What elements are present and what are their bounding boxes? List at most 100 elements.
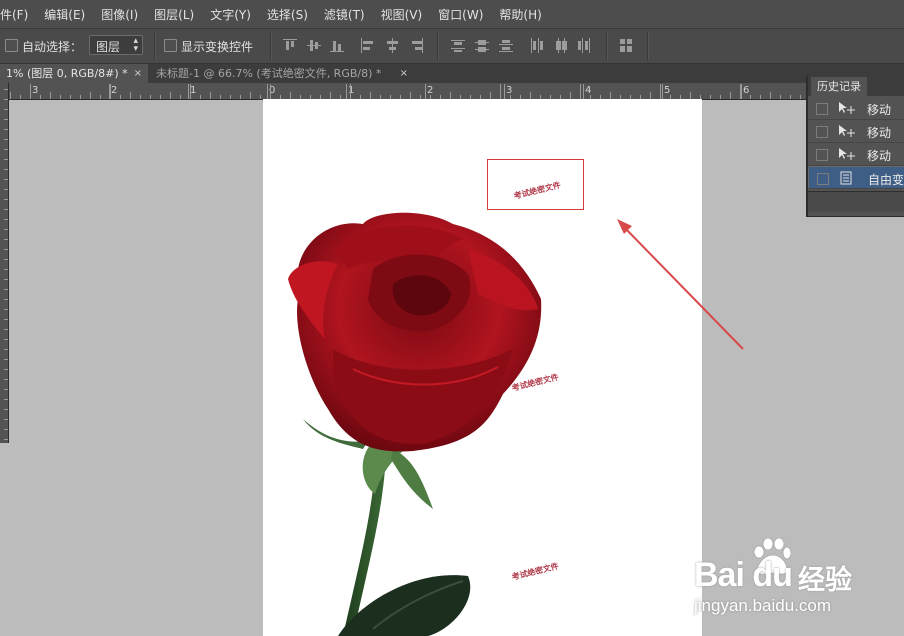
ruler-tick — [4, 419, 8, 420]
ruler-label: 6 — [743, 85, 750, 96]
show-transform-checkbox[interactable] — [164, 39, 177, 52]
distribute-bottom-icon[interactable] — [499, 38, 513, 54]
distribute-hcenter-icon[interactable] — [554, 38, 568, 54]
baidu-logo-text: Bai du — [694, 556, 793, 594]
ruler-major-tick — [30, 84, 31, 99]
move-tool-icon — [838, 101, 856, 115]
history-snapshot-checkbox[interactable] — [816, 126, 828, 138]
ruler-tick — [4, 299, 8, 300]
history-snapshot-checkbox[interactable] — [816, 149, 828, 161]
ruler-tick — [4, 289, 8, 290]
auto-select-checkbox[interactable] — [5, 39, 18, 52]
menu-bar: 件(F) 编辑(E) 图像(I) 图层(L) 文字(Y) 选择(S) 滤镜(T) 视图(V) 窗… — [0, 0, 904, 29]
history-snapshot-checkbox[interactable] — [817, 173, 829, 185]
menu-item[interactable]: 帮助(H) — [491, 6, 549, 23]
history-item[interactable]: 移动 — [808, 120, 904, 143]
document-icon — [839, 171, 857, 185]
ruler-tick — [350, 84, 351, 99]
ruler-tick — [4, 429, 8, 430]
horizontal-ruler: 3210123456 — [8, 83, 904, 100]
ruler-tick — [20, 95, 21, 99]
menu-item[interactable]: 选择(S) — [259, 6, 316, 23]
ruler-label: 2 — [111, 85, 118, 96]
menu-item[interactable]: 视图(V) — [373, 6, 431, 23]
ruler-tick — [780, 95, 781, 99]
ruler-tick — [4, 99, 8, 100]
ruler-tick — [4, 359, 8, 360]
distribute-top-icon[interactable] — [451, 38, 465, 54]
ruler-major-tick — [188, 84, 189, 99]
distribute-left-icon[interactable] — [529, 38, 543, 54]
ruler-tick — [580, 84, 581, 99]
align-top-icon[interactable] — [283, 38, 297, 54]
ruler-tick — [170, 92, 171, 99]
align-hcenter-icon[interactable] — [385, 38, 399, 54]
ruler-tick — [180, 95, 181, 99]
document-tab-bar: 1% (图层 0, RGB/8#) * × 未标题-1 @ 66.7% (考试绝… — [0, 64, 904, 83]
ruler-tick — [4, 379, 8, 380]
history-panel-tab[interactable]: 历史记录 — [811, 77, 867, 96]
ruler-major-tick — [346, 84, 347, 99]
ruler-tick — [290, 92, 291, 99]
auto-select-value: 图层 — [96, 40, 121, 54]
ruler-tick — [140, 95, 141, 99]
close-icon[interactable]: × — [134, 64, 142, 83]
align-right-icon[interactable] — [409, 38, 423, 54]
align-vcenter-icon[interactable] — [307, 38, 321, 54]
ruler-tick — [660, 84, 661, 99]
close-icon[interactable]: × — [400, 64, 408, 83]
ruler-tick — [4, 169, 8, 170]
ruler-tick — [4, 329, 8, 330]
ruler-major-tick — [425, 84, 426, 99]
history-item[interactable]: 移动 — [808, 97, 904, 120]
menu-item[interactable]: 件(F) — [0, 6, 36, 23]
ruler-tick — [450, 92, 451, 99]
ruler-tick — [110, 84, 111, 99]
menu-item[interactable]: 窗口(W) — [430, 6, 491, 23]
menu-item[interactable]: 滤镜(T) — [316, 6, 373, 23]
ruler-tick — [4, 189, 8, 190]
show-transform-label: 显示变换控件 — [181, 40, 254, 54]
ruler-tick — [4, 369, 8, 370]
ruler-tick — [160, 95, 161, 99]
auto-align-icon[interactable] — [619, 38, 633, 54]
history-item[interactable]: 移动 — [808, 143, 904, 166]
auto-select-label: 自动选择： — [22, 40, 83, 54]
ruler-tick — [4, 139, 8, 140]
ruler-tick — [4, 219, 8, 220]
ruler-major-tick — [662, 84, 663, 99]
history-snapshot-checkbox[interactable] — [816, 103, 828, 115]
tab-document-1[interactable]: 1% (图层 0, RGB/8#) * × — [0, 64, 148, 83]
ruler-tick — [4, 89, 8, 90]
ruler-tick — [730, 92, 731, 99]
distribute-right-icon[interactable] — [578, 38, 592, 54]
tab-document-2[interactable]: 未标题-1 @ 66.7% (考试绝密文件, RGB/8) * × — [150, 64, 414, 83]
ruler-tick — [720, 95, 721, 99]
ruler-major-tick — [741, 84, 742, 99]
ruler-tick — [70, 95, 71, 99]
align-left-icon[interactable] — [360, 38, 374, 54]
distribute-vcenter-icon[interactable] — [475, 38, 489, 54]
ruler-tick — [4, 339, 8, 340]
auto-select-dropdown[interactable]: 图层 ▴ ▾ — [89, 35, 143, 55]
ruler-tick — [270, 84, 271, 99]
jingyan-url: jingyan.baidu.com — [694, 596, 832, 615]
ruler-tick — [4, 149, 8, 150]
menu-item[interactable]: 文字(Y) — [202, 6, 259, 23]
document-canvas[interactable]: 考试绝密文件 考试绝密文件 考试绝密文件 — [263, 99, 702, 636]
move-tool-icon — [838, 147, 856, 161]
ruler-tick — [530, 92, 531, 99]
menu-item[interactable]: 图层(L) — [146, 6, 202, 23]
history-item[interactable]: 自由变 — [808, 166, 904, 189]
align-bottom-icon[interactable] — [330, 38, 344, 54]
history-item-label: 移动 — [867, 126, 892, 140]
ruler-tick — [90, 92, 91, 99]
history-item-label: 移动 — [867, 103, 892, 117]
ruler-tick — [4, 199, 8, 200]
ruler-tick — [4, 179, 8, 180]
ruler-tick — [10, 92, 11, 99]
ruler-tick — [120, 95, 121, 99]
menu-item[interactable]: 编辑(E) — [36, 6, 93, 23]
menu-item[interactable]: 图像(I) — [93, 6, 146, 23]
jingyan-logo-text: 经验 — [798, 565, 852, 596]
